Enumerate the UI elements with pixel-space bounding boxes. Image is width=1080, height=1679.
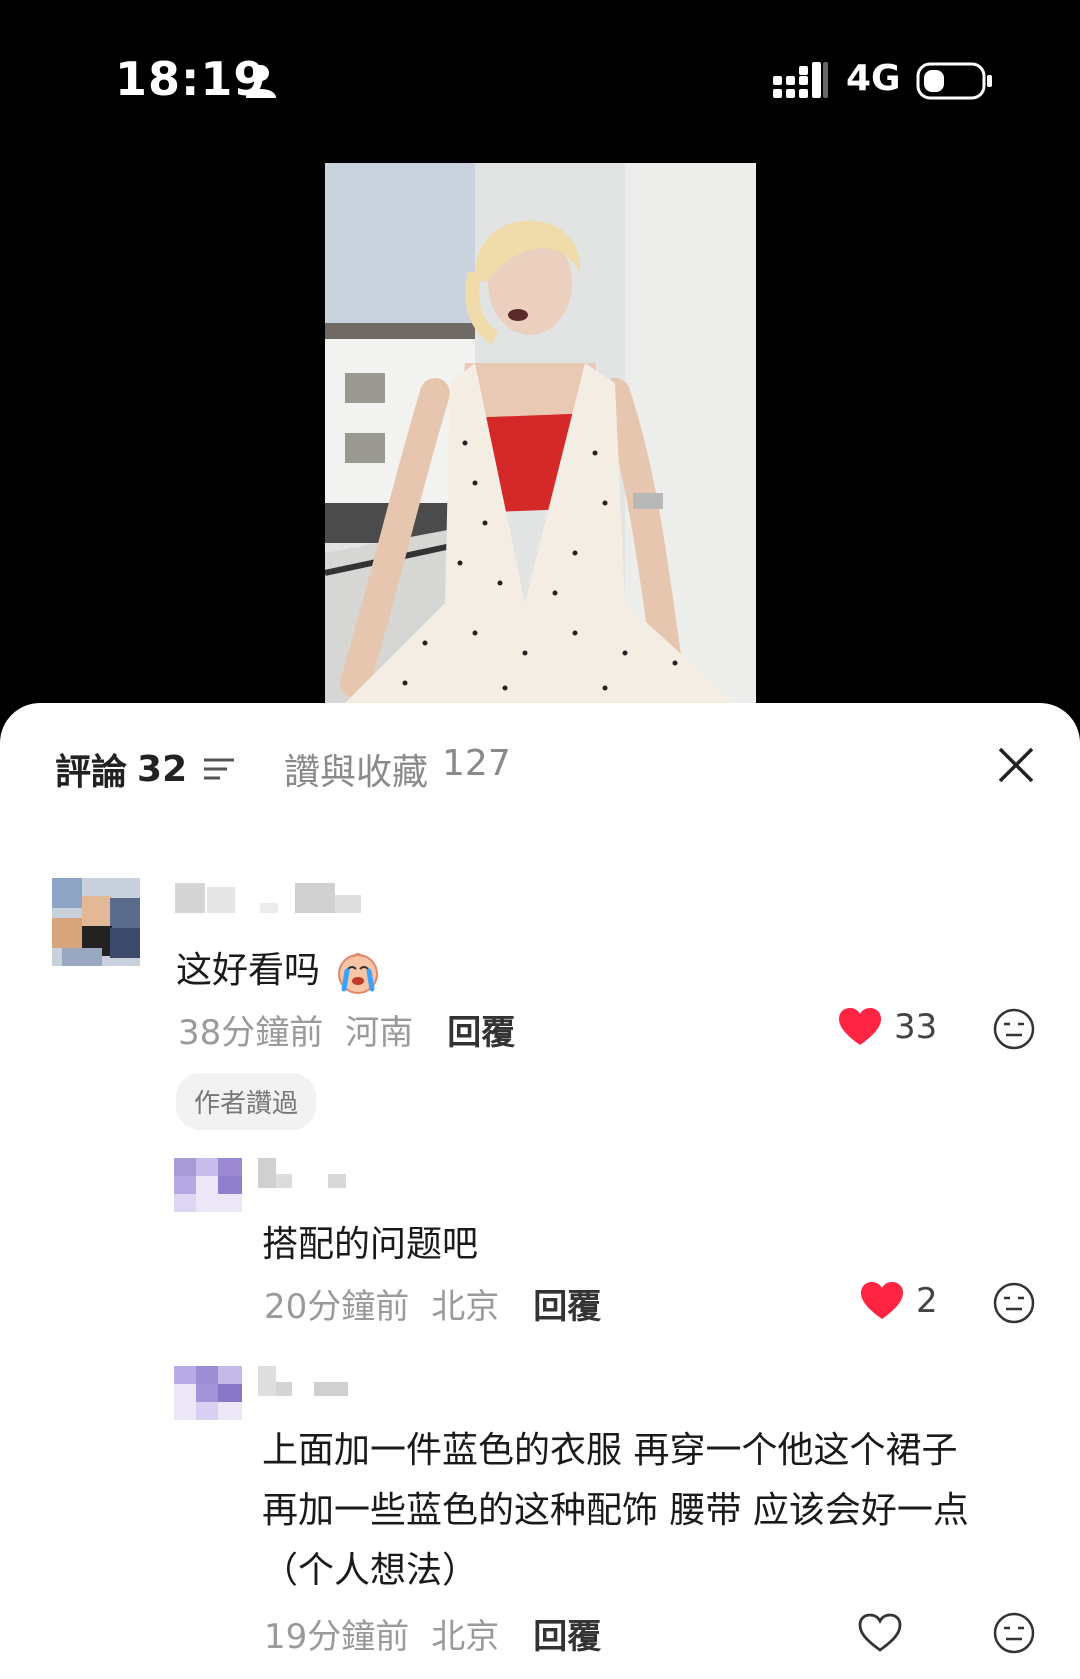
avatar[interactable] (174, 1158, 242, 1212)
status-bar: 18:19 4G (0, 0, 1080, 160)
comment-time: 38分鐘前 (178, 1013, 324, 1053)
heart-outline-icon[interactable] (858, 1613, 902, 1653)
tab-comments-label: 評論 (55, 752, 128, 793)
tab-likes-count: 127 (442, 743, 511, 784)
comment-meta: 20分鐘前 北京 回覆 (264, 1279, 601, 1328)
heart-filled-icon (861, 1282, 903, 1319)
battery-icon (916, 62, 992, 100)
reply-text: 上面加一件蓝色的衣服 再穿一个他这个裙子 再加一些蓝色的这种配饰 腰带 应该会好… (262, 1421, 969, 1601)
sort-icon[interactable] (201, 754, 237, 784)
reply-text-line: 再加一些蓝色的这种配饰 腰带 应该会好一点 (262, 1490, 969, 1531)
tab-comments-count: 32 (137, 748, 188, 790)
username-blurred[interactable] (258, 1366, 358, 1400)
comment-location: 北京 (431, 1287, 500, 1327)
like-button[interactable]: 2 (860, 1281, 938, 1321)
tab-likes-label: 讚與收藏 (284, 752, 429, 793)
reply-button[interactable]: 回覆 (447, 1005, 515, 1054)
like-button[interactable]: 33 (838, 1007, 937, 1047)
username-blurred[interactable] (175, 883, 365, 917)
dislike-face-icon[interactable] (992, 1611, 1036, 1655)
like-count: 33 (894, 1007, 938, 1047)
like-count: 2 (916, 1281, 938, 1321)
comment-location: 河南 (345, 1013, 414, 1053)
reply-text-line: 上面加一件蓝色的衣服 再穿一个他这个裙子 (262, 1430, 958, 1471)
heart-filled-icon (839, 1008, 881, 1045)
comment-sheet: 評論 32 讚與收藏 127 这好看吗 38分鐘前 河南 回覆 33 作者讚過 … (0, 703, 1080, 1679)
comment-meta: 38分鐘前 河南 回覆 (178, 1005, 515, 1054)
signal-icon (773, 62, 828, 98)
avatar[interactable] (52, 878, 140, 966)
comment-location: 北京 (431, 1617, 500, 1657)
reply-button[interactable]: 回覆 (533, 1609, 601, 1658)
network-type: 4G (846, 58, 901, 99)
comment-time: 20分鐘前 (264, 1287, 410, 1327)
author-liked-badge: 作者讚過 (176, 1073, 317, 1130)
avatar[interactable] (174, 1366, 242, 1420)
video-thumbnail[interactable] (325, 163, 756, 703)
tab-likes-favorites[interactable]: 讚與收藏 127 (284, 743, 511, 795)
reply-button[interactable]: 回覆 (533, 1279, 601, 1328)
tab-comments[interactable]: 評論 32 (55, 743, 237, 795)
person-icon (246, 65, 276, 98)
dislike-face-icon[interactable] (992, 1007, 1036, 1051)
comment-text: 这好看吗 (176, 941, 381, 1001)
dislike-face-icon[interactable] (992, 1281, 1036, 1325)
reply-text-line: （个人想法） (262, 1550, 479, 1591)
reply-text: 搭配的问题吧 (262, 1224, 479, 1265)
comment-time: 19分鐘前 (264, 1617, 410, 1657)
username-blurred[interactable] (258, 1158, 358, 1192)
video-frame-illustration (325, 163, 756, 703)
comment-text-content: 这好看吗 (176, 950, 321, 991)
close-icon[interactable] (996, 745, 1036, 785)
crying-face-icon (338, 953, 379, 994)
comment-meta: 19分鐘前 北京 回覆 (264, 1609, 601, 1658)
